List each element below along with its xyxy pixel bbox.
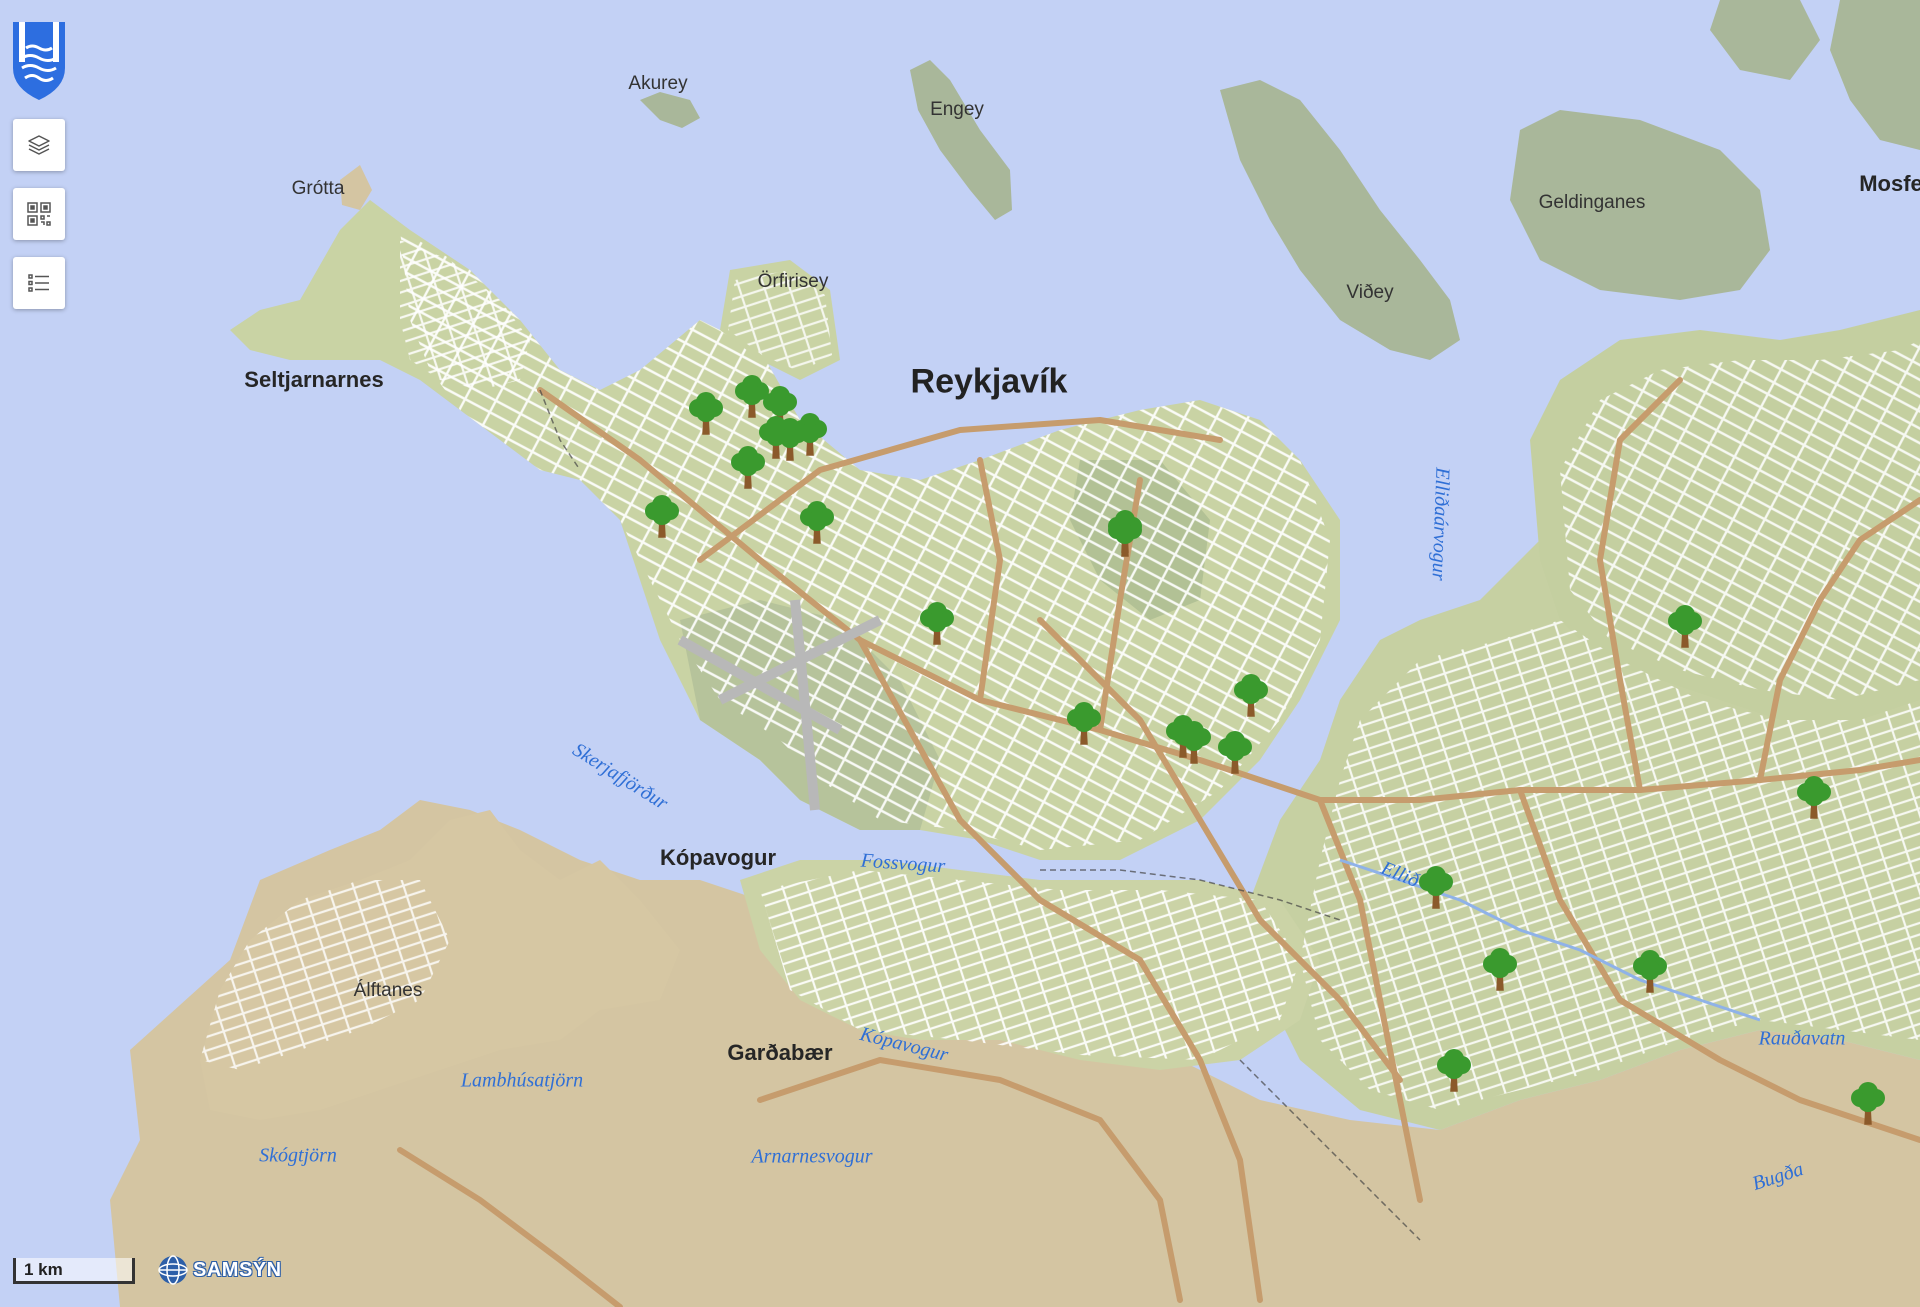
label-reykjavik: Reykjavík <box>910 362 1068 401</box>
label-arnarnesvogur: Arnarnesvogur <box>751 1145 873 1168</box>
label-orfirisey: Örfirisey <box>757 271 829 292</box>
label-lambhusatjorn: Lambhúsatjörn <box>460 1069 584 1092</box>
label-alftanes: Álftanes <box>353 980 423 1001</box>
list-icon <box>28 274 49 292</box>
label-videy: Viðey <box>1346 282 1394 303</box>
label-grotta: Grótta <box>291 178 345 199</box>
label-mosfellsbaer: Mosfe <box>1859 171 1920 196</box>
legend-button[interactable] <box>13 257 65 309</box>
qr-code-icon <box>27 202 51 226</box>
scale-bar-label: 1 km <box>24 1260 63 1279</box>
label-kopavogur: Kópavogur <box>659 845 777 870</box>
reykjavik-coat-of-arms-icon[interactable] <box>10 18 68 102</box>
label-seltjarnarnes: Seltjarnarnes <box>244 367 384 392</box>
qr-code-button[interactable] <box>13 188 65 240</box>
attribution-label: SAMSÝN <box>193 1258 282 1281</box>
label-akurey: Akurey <box>628 73 688 94</box>
scale-bar: 1 km <box>13 1258 135 1284</box>
label-raudavatn: Rauðavatn <box>1758 1027 1846 1050</box>
label-skogtjorn: Skógtjörn <box>259 1144 337 1167</box>
layers-icon <box>28 135 50 155</box>
label-gardabaer: Garðabær <box>727 1040 833 1065</box>
attribution-logo[interactable]: SAMSÝN <box>157 1252 282 1288</box>
layers-button[interactable] <box>13 119 65 171</box>
label-ellidaarvogur: Elliðaárvogur <box>1427 466 1454 582</box>
label-engey: Engey <box>930 99 984 120</box>
globe-icon <box>158 1255 188 1285</box>
label-geldinganes: Geldinganes <box>1538 192 1646 213</box>
